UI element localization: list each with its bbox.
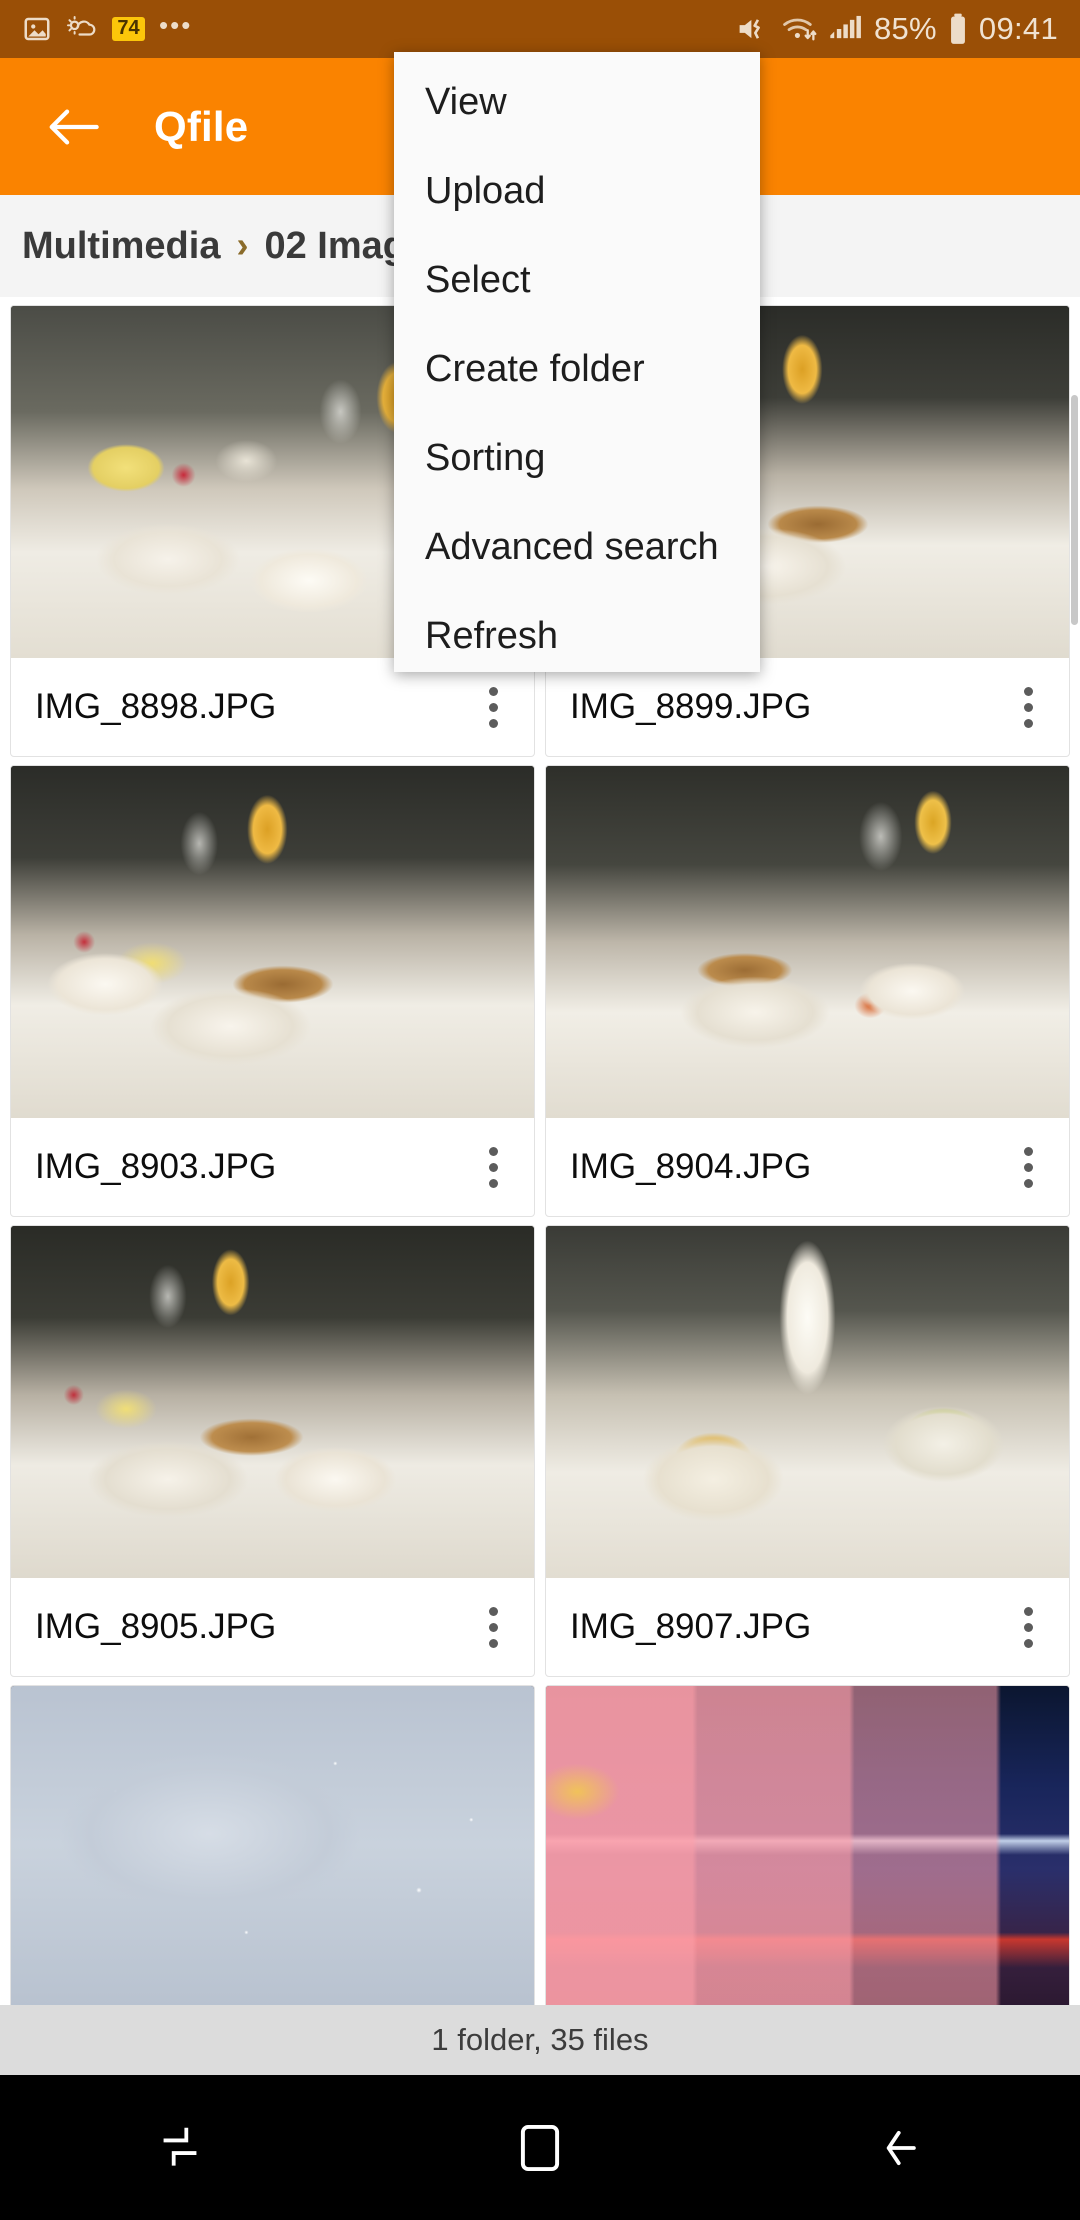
file-thumbnail[interactable] (546, 1226, 1069, 1578)
file-card-footer: IMG_8905.JPG (11, 1578, 534, 1676)
page-title: Qfile (154, 102, 249, 150)
file-card-footer: IMG_8903.JPG (11, 1118, 534, 1216)
file-card[interactable]: IMG_8911.JPG (545, 1685, 1070, 2005)
file-card[interactable]: IMG_8903.JPG (10, 765, 535, 1217)
file-name: IMG_8898.JPG (35, 687, 277, 726)
more-options-icon[interactable] (1001, 1134, 1055, 1200)
image-icon (22, 14, 52, 44)
file-card-footer: IMG_8907.JPG (546, 1578, 1069, 1676)
badge-74: 74 (112, 17, 145, 41)
battery-icon (948, 13, 968, 45)
more-options-icon[interactable] (466, 1134, 520, 1200)
signal-icon (829, 14, 863, 44)
status-bar-left: 74 ••• (22, 9, 193, 44)
file-name: IMG_8903.JPG (35, 1147, 277, 1186)
status-bar: 74 ••• 85% 09:41 (0, 0, 1080, 58)
more-options-icon[interactable] (1001, 1594, 1055, 1660)
phone-screen: 74 ••• 85% 09:41 Qfile Multimedia › 02 I… (0, 0, 1080, 2220)
file-name: IMG_8905.JPG (35, 1607, 277, 1646)
menu-item-create-folder[interactable]: Create folder (394, 325, 760, 414)
vertical-scrollbar[interactable] (1071, 395, 1078, 625)
file-name: IMG_8899.JPG (570, 687, 812, 726)
file-thumbnail[interactable] (546, 766, 1069, 1118)
overflow-menu: View Upload Select Create folder Sorting… (394, 52, 760, 672)
menu-item-view[interactable]: View (394, 58, 760, 147)
menu-item-upload[interactable]: Upload (394, 147, 760, 236)
file-card-footer: IMG_8904.JPG (546, 1118, 1069, 1216)
back-icon[interactable] (720, 2124, 1080, 2172)
home-icon[interactable] (360, 2123, 720, 2173)
file-thumbnail[interactable] (11, 1226, 534, 1578)
weather-icon (66, 14, 98, 44)
file-name: IMG_8907.JPG (570, 1607, 812, 1646)
status-bar-right: 85% 09:41 (737, 11, 1058, 47)
file-card[interactable]: IMG_8910.JPG (10, 1685, 535, 2005)
file-thumbnail[interactable] (546, 1686, 1069, 2005)
file-thumbnail[interactable] (11, 1686, 534, 2005)
clock-label: 09:41 (978, 11, 1058, 46)
more-options-icon[interactable] (466, 674, 520, 740)
menu-item-select[interactable]: Select (394, 236, 760, 325)
file-card[interactable]: IMG_8904.JPG (545, 765, 1070, 1217)
android-nav-bar (0, 2075, 1080, 2220)
menu-item-refresh[interactable]: Refresh (394, 592, 760, 681)
mute-icon (737, 14, 771, 44)
file-card[interactable]: IMG_8907.JPG (545, 1225, 1070, 1677)
chevron-right-icon: › (236, 224, 249, 265)
recents-icon[interactable] (0, 2124, 360, 2172)
menu-item-advanced-search[interactable]: Advanced search (394, 503, 760, 592)
menu-item-sorting[interactable]: Sorting (394, 414, 760, 503)
wifi-icon (782, 14, 818, 44)
file-thumbnail[interactable] (11, 766, 534, 1118)
more-options-icon[interactable] (1001, 674, 1055, 740)
status-summary: 1 folder, 35 files (0, 2005, 1080, 2075)
back-arrow-icon[interactable] (42, 96, 104, 158)
more-options-icon[interactable] (466, 1594, 520, 1660)
battery-percent-label: 85% (873, 11, 937, 46)
more-dots-icon: ••• (159, 9, 193, 40)
breadcrumb-item-root[interactable]: Multimedia (22, 225, 220, 268)
file-card[interactable]: IMG_8905.JPG (10, 1225, 535, 1677)
file-name: IMG_8904.JPG (570, 1147, 812, 1186)
